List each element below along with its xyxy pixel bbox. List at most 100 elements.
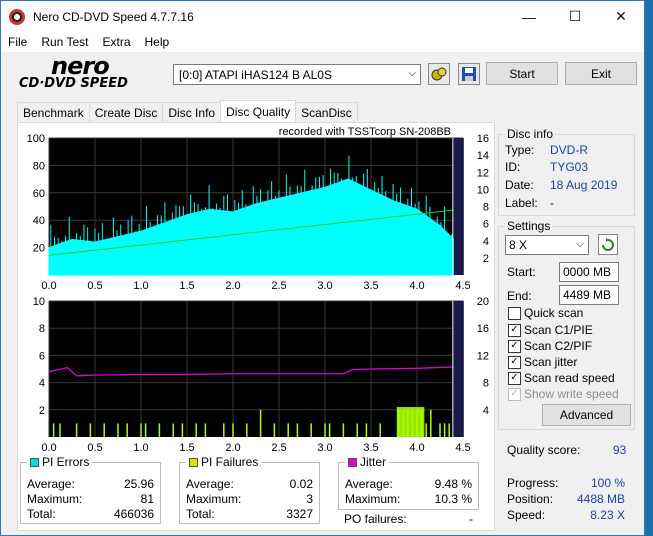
position-value: 4488 MB [576, 492, 625, 506]
disc-type-label: Type: [505, 143, 535, 157]
top-x-tick-label: 3.5 [363, 280, 378, 292]
tab-benchmark[interactable]: Benchmark [17, 102, 90, 122]
menu-bar: File Run Test Extra Help [1, 32, 644, 52]
start-button[interactable]: Start [486, 62, 558, 85]
bottom-y2-tick-label: 20 [477, 296, 489, 308]
top-y2-tick-label: 8 [483, 202, 489, 214]
top-y2-tick-label: 12 [477, 167, 489, 179]
bottom-y2-tick-label: 4 [483, 405, 489, 417]
top-y-tick-label: 100 [27, 133, 45, 145]
exit-button[interactable]: Exit [565, 62, 637, 85]
pif-average-value: 0.02 [289, 477, 313, 491]
chart-header-text: recorded with TSSTcorp SN-208BB [279, 126, 451, 138]
refresh-speed-button[interactable] [598, 234, 618, 255]
jitter-maximum-label: Maximum: [345, 492, 401, 506]
pie-average-value: 25.96 [123, 477, 154, 491]
pi-errors-box: PI Errors Average: 25.96 Maximum: 81 Total… [20, 455, 161, 524]
tab-strip: Benchmark Create Disc Disc Info Disc Qua… [17, 100, 358, 122]
pif-total-value: 3327 [286, 507, 313, 521]
start-input[interactable]: 0000 MB [559, 262, 619, 282]
write-speed-label: Show write speed [524, 387, 619, 401]
disc-date-label: Date: [505, 178, 534, 192]
nero-app-icon [9, 8, 25, 25]
tab-create-disc[interactable]: Create Disc [88, 102, 164, 122]
top-y2-tick-label: 16 [477, 133, 489, 145]
pie-total-value: 466036 [113, 507, 154, 521]
jitter-average-value: 9.48 % [434, 477, 472, 491]
scan-c1pie-label: Scan C1/PIE [524, 323, 593, 337]
top-end-marker [453, 138, 464, 275]
bottom-y-tick-label: 2 [39, 405, 45, 417]
start-label: Start: [507, 265, 536, 279]
quality-score-value: 93 [613, 443, 627, 457]
speed-label: Speed: [507, 508, 546, 522]
disc-id-value: TYG03 [550, 160, 589, 174]
logo-cd-dvd-speed: CD·DVD SPEED [19, 76, 128, 91]
scan-jitter-checkbox[interactable]: ✓ Scan jitter [508, 355, 577, 369]
pif-average-label: Average: [186, 477, 234, 491]
nero-logo: nero CD·DVD SPEED [11, 52, 169, 96]
tab-scandisc[interactable]: ScanDisc [295, 102, 358, 122]
maximize-icon[interactable]: ☐ [552, 1, 598, 32]
bottom-x-tick-label: 4.5 [455, 442, 470, 454]
write-speed-checkbox: ✓ Show write speed [508, 387, 619, 401]
drive-select[interactable]: [0:0] ATAPI iHAS124 B AL0S ⌵ [173, 64, 421, 85]
top-x-tick-label: 4.5 [455, 280, 470, 292]
top-x-tick-label: 2.5 [271, 280, 286, 292]
bottom-y2-tick-label: 12 [477, 350, 489, 362]
end-input[interactable]: 4489 MB [559, 285, 619, 305]
advanced-button[interactable]: Advanced [542, 404, 631, 426]
read-speed-label: Scan read speed [524, 371, 615, 385]
menu-file[interactable]: File [1, 35, 34, 49]
bottom-x-tick-label: 2.0 [225, 442, 240, 454]
disc-date-value: 18 Aug 2019 [550, 178, 618, 192]
menu-run-test[interactable]: Run Test [34, 35, 95, 49]
chevron-down-icon: ⌵ [576, 239, 584, 250]
scan-c2pif-checkbox[interactable]: ✓ Scan C2/PIF [508, 339, 592, 353]
pie-maximum-label: Maximum: [27, 492, 83, 506]
top-y2-tick-label: 14 [477, 150, 489, 162]
pi-failure-cluster [396, 407, 425, 437]
floppy-save-icon [462, 67, 476, 81]
read-speed-checkbox[interactable]: ✓ Scan read speed [508, 371, 615, 385]
pi-errors-swatch [30, 457, 39, 467]
scan-jitter-label: Scan jitter [524, 355, 578, 369]
scan-c1pie-checkbox[interactable]: ✓ Scan C1/PIE [508, 323, 593, 337]
speed-select[interactable]: 8 X ⌵ [505, 235, 589, 255]
save-button[interactable] [458, 63, 480, 85]
quick-scan-label: Quick scan [524, 306, 584, 320]
bottom-x-tick-label: 1.0 [133, 442, 148, 454]
menu-extra[interactable]: Extra [95, 35, 137, 49]
unchecked-box-icon [508, 306, 521, 320]
top-y2-tick-label: 2 [483, 253, 489, 265]
main-window: Nero CD-DVD Speed 4.7.7.16 — ☐ ✕ File Ru… [0, 0, 645, 536]
title-bar[interactable]: Nero CD-DVD Speed 4.7.7.16 — ☐ ✕ [1, 1, 644, 32]
scan-c2pif-label: Scan C2/PIF [524, 339, 593, 353]
quick-scan-checkbox[interactable]: Quick scan [508, 306, 583, 320]
bottom-x-tick-label: 2.5 [271, 442, 286, 454]
bottom-y-tick-label: 8 [39, 323, 45, 335]
pif-total-label: Total: [186, 507, 215, 521]
pi-errors-title: PI Errors [42, 455, 90, 469]
charts: recorded with TSSTcorp SN-208BB 0.0 0.5 1.0… [19, 125, 493, 465]
pif-maximum-value: 3 [306, 492, 313, 506]
minimize-icon[interactable]: — [506, 1, 552, 32]
speed-select-value: 8 X [509, 238, 528, 252]
pi-failures-box: PI Failures Average: 0.02 Maximum: 3 Total… [179, 455, 320, 524]
bottom-x-tick-label: 3.0 [317, 442, 332, 454]
jitter-title: Jitter [360, 455, 387, 469]
po-failures-label: PO failures: [344, 512, 407, 526]
close-icon[interactable]: ✕ [598, 1, 644, 32]
disc-id-label: ID: [505, 160, 521, 174]
checkmark-icon: ✓ [508, 371, 521, 385]
top-y-tick-label: 80 [33, 160, 45, 172]
po-failures-row: PO failures: - [344, 512, 473, 527]
tab-disc-info[interactable]: Disc Info [162, 102, 222, 122]
eject-button[interactable] [428, 63, 450, 85]
bottom-y2-tick-label: 8 [483, 378, 489, 390]
menu-help[interactable]: Help [138, 35, 177, 49]
tab-disc-quality[interactable]: Disc Quality [220, 100, 297, 122]
pi-failures-title: PI Failures [201, 455, 259, 469]
disc-type-value: DVD-R [550, 143, 588, 157]
checkmark-icon: ✓ [508, 339, 521, 353]
